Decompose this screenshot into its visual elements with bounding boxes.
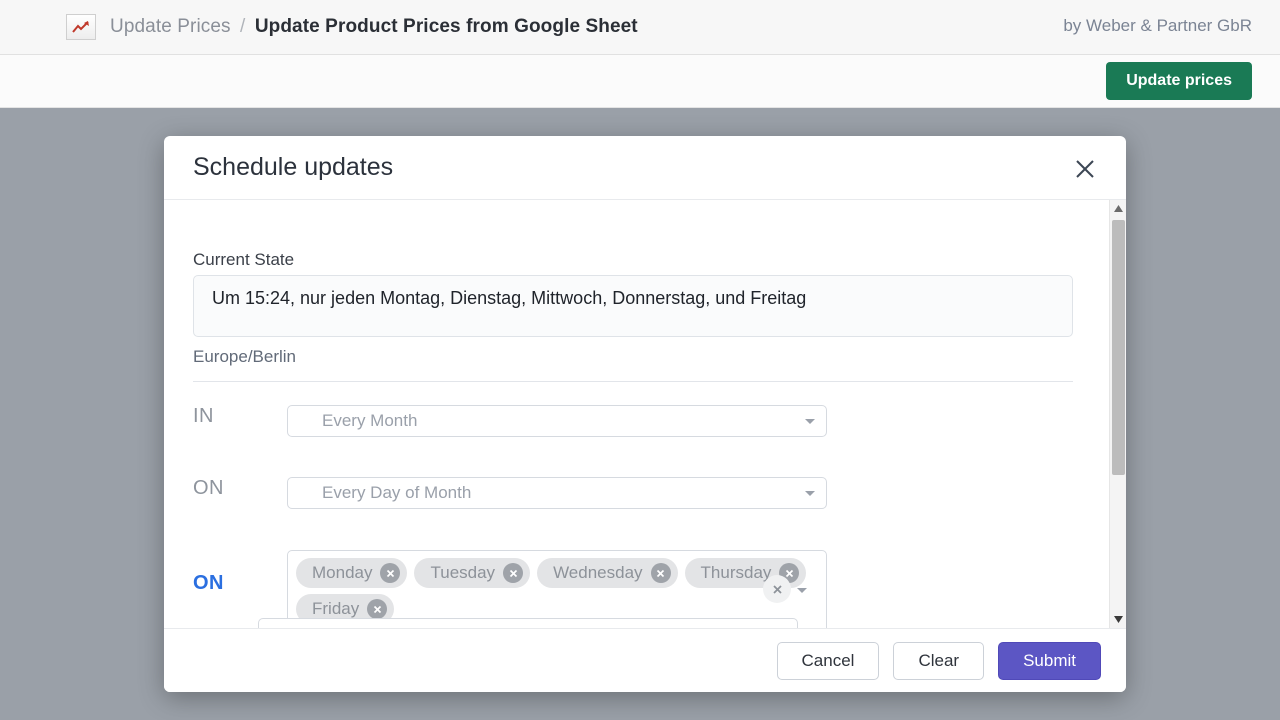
close-icon[interactable] (1068, 152, 1102, 186)
app-header: Update Prices / Update Product Prices fr… (0, 0, 1280, 55)
day-chip[interactable]: Tuesday (414, 558, 530, 588)
day-chip[interactable]: Monday (296, 558, 407, 588)
remove-chip-icon[interactable] (367, 599, 387, 619)
day-chip-label: Wednesday (553, 563, 642, 583)
row-label-on-day-of-month: ON (193, 477, 255, 500)
modal-scrollbar-thumb[interactable] (1112, 220, 1125, 475)
submit-button[interactable]: Submit (998, 642, 1101, 680)
clear-button[interactable]: Clear (893, 642, 984, 680)
breadcrumb: Update Prices / Update Product Prices fr… (110, 16, 638, 38)
chevron-down-icon[interactable] (797, 588, 807, 593)
modal-scrollbar[interactable] (1109, 200, 1126, 628)
modal-footer: Cancel Clear Submit (164, 628, 1126, 692)
remove-chip-icon[interactable] (651, 563, 671, 583)
current-state-text: Um 15:24, nur jeden Montag, Dienstag, Mi… (212, 288, 806, 309)
day-of-month-select[interactable]: Every Day of Month (287, 477, 827, 509)
remove-chip-icon[interactable] (503, 563, 523, 583)
schedule-updates-modal: Schedule updates Current State Um 15:24,… (164, 136, 1126, 692)
row-label-on-weekdays: ON (193, 572, 255, 595)
current-state-box: Um 15:24, nur jeden Montag, Dienstag, Mi… (193, 275, 1073, 337)
weekdays-multiselect[interactable]: Monday Tuesday (287, 550, 827, 628)
clear-all-icon[interactable] (763, 575, 791, 603)
day-of-month-select-placeholder: Every Day of Month (322, 483, 471, 503)
cancel-button[interactable]: Cancel (777, 642, 880, 680)
month-select-placeholder: Every Month (322, 411, 417, 431)
toolbar: Update prices (0, 55, 1280, 108)
next-field-partial[interactable] (258, 618, 798, 628)
modal-actions: Cancel Clear Submit (777, 642, 1101, 680)
scroll-up-arrow-icon[interactable] (1110, 200, 1126, 217)
day-chip-label: Monday (312, 563, 372, 583)
day-chip-label: Friday (312, 599, 359, 619)
section-divider (193, 381, 1073, 382)
breadcrumb-separator: / (240, 16, 245, 37)
breadcrumb-parent[interactable]: Update Prices (110, 16, 231, 37)
modal-header: Schedule updates (164, 136, 1126, 200)
chart-up-icon (66, 14, 96, 40)
day-chip-label: Tuesday (430, 563, 495, 583)
update-prices-button[interactable]: Update prices (1106, 62, 1252, 100)
scroll-down-arrow-icon[interactable] (1110, 611, 1126, 628)
breadcrumb-current: Update Product Prices from Google Sheet (255, 16, 638, 37)
month-select[interactable]: Every Month (287, 405, 827, 437)
modal-body: Current State Um 15:24, nur jeden Montag… (164, 200, 1126, 628)
row-label-in: IN (193, 405, 255, 428)
timezone-label: Europe/Berlin (193, 347, 296, 367)
day-chip[interactable]: Wednesday (537, 558, 677, 588)
current-state-label: Current State (193, 250, 294, 270)
chevron-down-icon (805, 419, 815, 424)
chevron-down-icon (805, 491, 815, 496)
app-root: Update Prices / Update Product Prices fr… (0, 0, 1280, 720)
modal-scroll-content: Current State Um 15:24, nur jeden Montag… (164, 200, 1109, 628)
day-chip-label: Thursday (701, 563, 772, 583)
modal-title: Schedule updates (193, 153, 393, 182)
remove-chip-icon[interactable] (380, 563, 400, 583)
app-author: by Weber & Partner GbR (1063, 16, 1252, 36)
